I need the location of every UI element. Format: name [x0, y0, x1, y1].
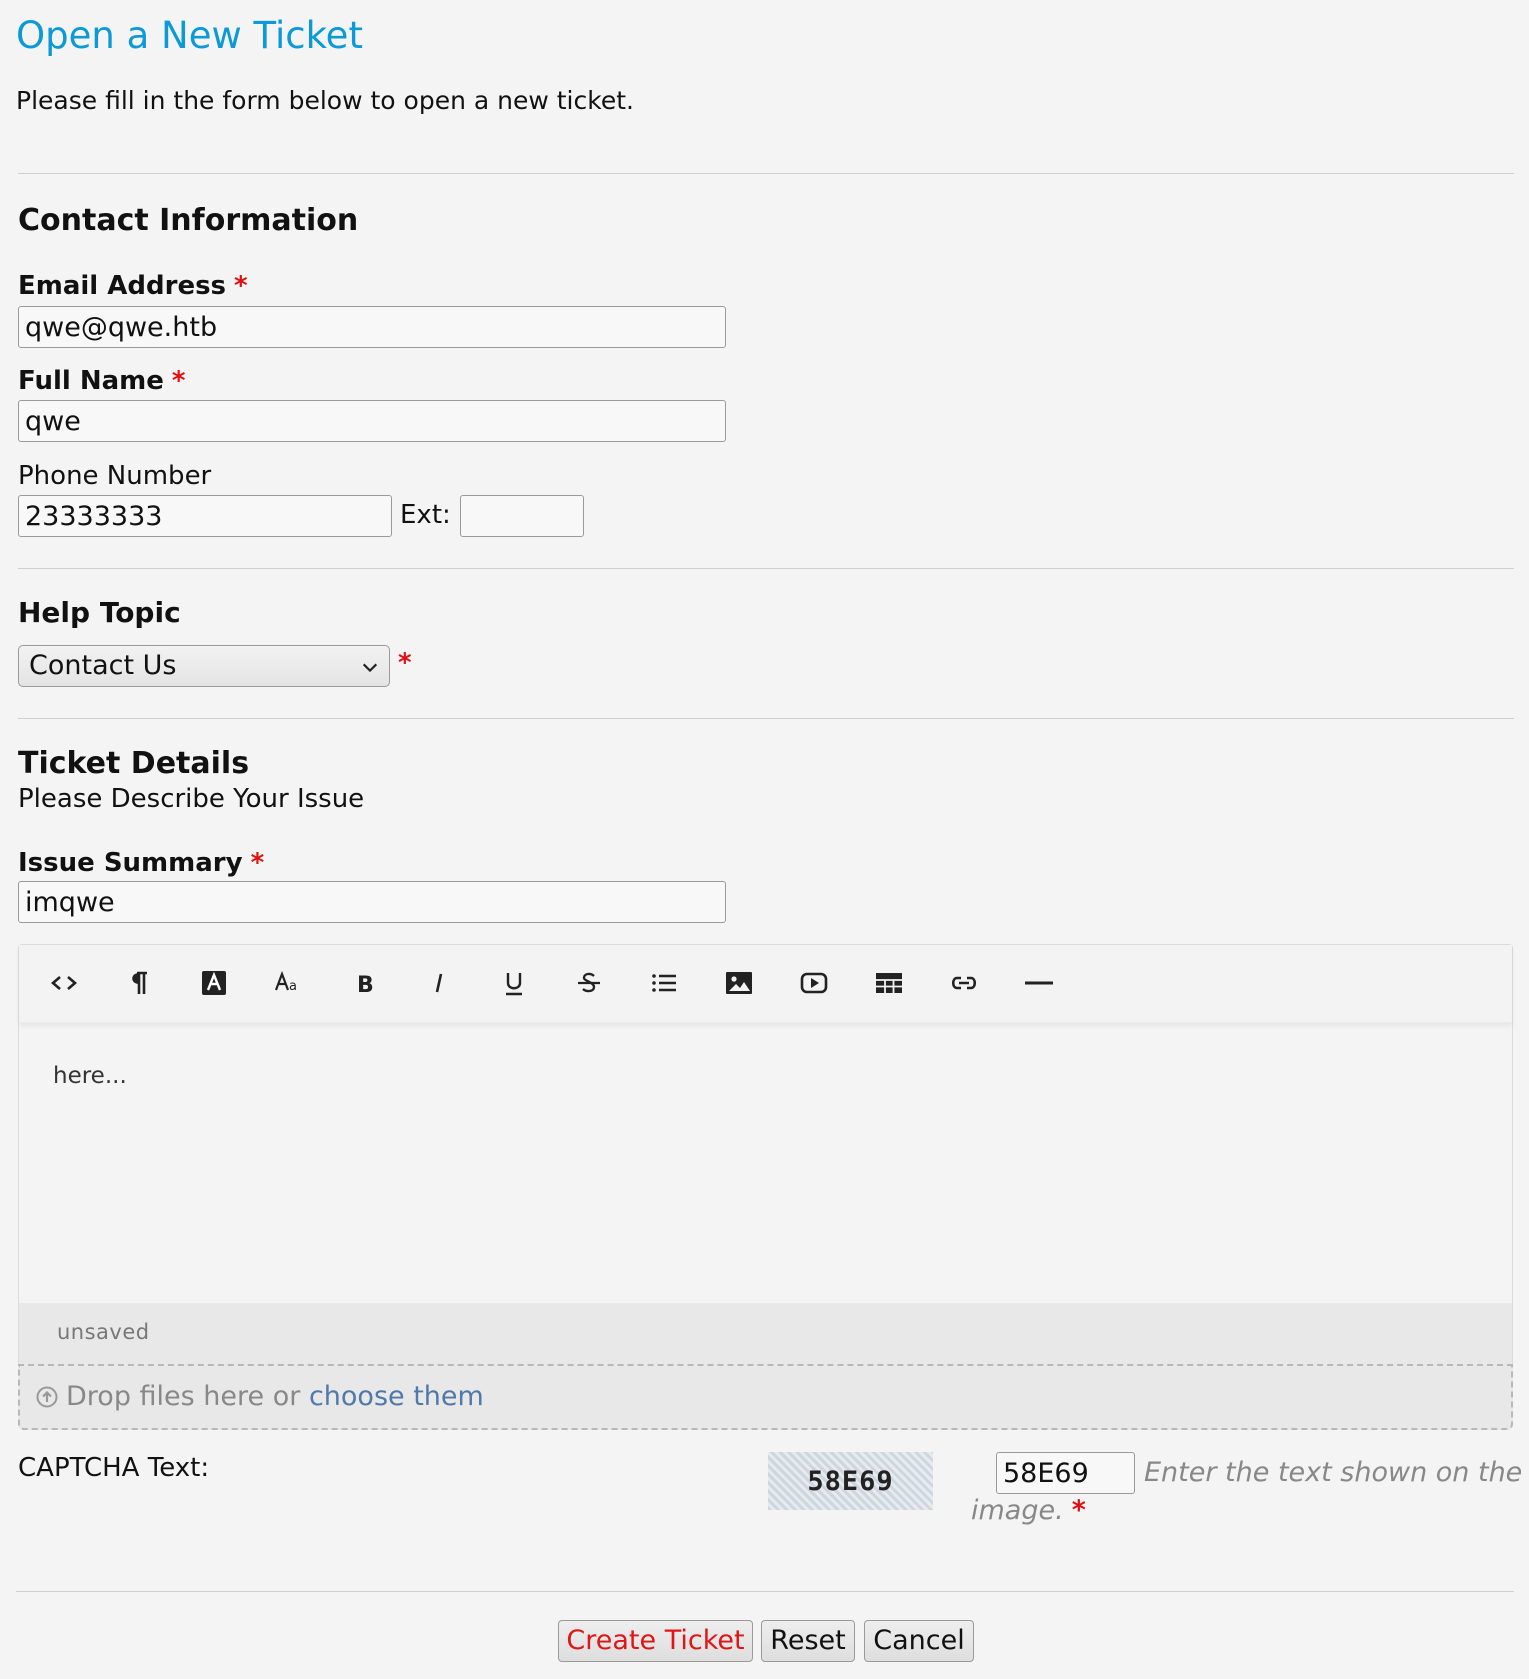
dropzone-text: Drop files here or	[66, 1381, 301, 1412]
list-icon	[652, 974, 676, 992]
email-label-text: Email Address	[18, 271, 227, 301]
captcha-hint-line2: image. *	[971, 1495, 1086, 1526]
pilcrow-icon	[132, 971, 147, 994]
full-name-field[interactable]	[18, 400, 726, 442]
svg-text:B: B	[357, 973, 374, 998]
table-icon	[876, 973, 902, 993]
svg-text:a: a	[289, 979, 297, 994]
captcha-image: 58E69	[768, 1452, 933, 1510]
editor-statusbar: unsaved	[19, 1303, 1512, 1364]
list-button[interactable]	[641, 961, 687, 1005]
email-label: Email Address *	[18, 271, 248, 301]
ticket-form-page: Open a New Ticket Please fill in the for…	[0, 0, 1529, 1679]
ticket-details-heading: Ticket Details	[18, 746, 250, 781]
strikethrough-button[interactable]	[566, 961, 612, 1005]
captcha-label: CAPTCHA Text:	[18, 1453, 210, 1483]
divider	[18, 173, 1514, 174]
upload-icon	[36, 1386, 58, 1408]
issue-summary-label: Issue Summary *	[18, 848, 264, 878]
editor-toolbar: a B	[19, 945, 1512, 1023]
page-intro: Please fill in the form below to open a …	[16, 86, 634, 115]
font-size-icon: a	[274, 970, 297, 994]
underline-button[interactable]	[491, 961, 537, 1005]
bold-icon: B	[357, 973, 374, 998]
save-status: unsaved	[57, 1320, 150, 1344]
create-ticket-button[interactable]: Create Ticket	[558, 1620, 753, 1662]
insert-image-button[interactable]	[716, 961, 762, 1005]
full-name-label: Full Name *	[18, 366, 186, 396]
full-name-label-text: Full Name	[18, 366, 164, 396]
text-color-button[interactable]	[191, 961, 237, 1005]
insert-video-button[interactable]	[791, 961, 837, 1005]
italic-icon	[435, 973, 443, 993]
help-topic-selected: Contact Us	[29, 650, 177, 681]
strikethrough-icon	[578, 972, 600, 993]
link-icon	[951, 976, 977, 990]
page-title: Open a New Ticket	[16, 14, 363, 57]
help-topic-heading: Help Topic	[18, 596, 181, 629]
text-color-icon	[202, 971, 226, 995]
code-icon	[51, 976, 77, 990]
ext-field[interactable]	[460, 495, 584, 537]
editor-content[interactable]: here...	[53, 1063, 127, 1089]
phone-field[interactable]	[18, 495, 392, 537]
captcha-hint-line1: Enter the text shown on the	[1144, 1457, 1523, 1488]
divider	[18, 568, 1514, 569]
image-icon	[726, 972, 752, 994]
ticket-details-subheading: Please Describe Your Issue	[18, 784, 365, 814]
rich-text-editor: a B here... unsaved	[18, 944, 1513, 1365]
cancel-button[interactable]: Cancel	[864, 1620, 974, 1662]
html-view-button[interactable]	[41, 961, 87, 1005]
font-size-button[interactable]: a	[266, 961, 312, 1005]
ext-label: Ext:	[400, 500, 451, 530]
issue-summary-label-text: Issue Summary	[18, 848, 243, 878]
issue-summary-field[interactable]	[18, 881, 726, 923]
horizontal-rule-icon	[1025, 981, 1053, 985]
insert-link-button[interactable]	[941, 961, 987, 1005]
required-marker: *	[171, 366, 186, 396]
phone-label: Phone Number	[18, 461, 212, 491]
insert-table-button[interactable]	[866, 961, 912, 1005]
required-marker: *	[234, 271, 248, 301]
choose-files-link[interactable]: choose them	[309, 1381, 484, 1412]
captcha-field[interactable]	[996, 1452, 1135, 1494]
divider	[18, 718, 1514, 719]
paragraph-format-button[interactable]	[116, 961, 162, 1005]
reset-button[interactable]: Reset	[761, 1620, 855, 1662]
attachment-dropzone[interactable]: Drop files here or choose them	[18, 1364, 1513, 1430]
help-topic-select[interactable]: Contact Us	[18, 645, 390, 687]
bold-button[interactable]: B	[341, 961, 387, 1005]
captcha-hint-line2-text: image.	[971, 1495, 1064, 1526]
horizontal-rule-button[interactable]	[1016, 961, 1062, 1005]
required-marker: *	[250, 848, 265, 878]
required-marker: *	[1071, 1495, 1086, 1526]
chevron-down-icon	[362, 663, 378, 673]
required-marker: *	[398, 648, 412, 678]
email-field[interactable]	[18, 306, 726, 348]
underline-icon	[506, 973, 522, 996]
contact-info-heading: Contact Information	[18, 203, 359, 238]
italic-button[interactable]	[416, 961, 462, 1005]
video-icon	[800, 972, 828, 994]
divider	[16, 1591, 1514, 1592]
